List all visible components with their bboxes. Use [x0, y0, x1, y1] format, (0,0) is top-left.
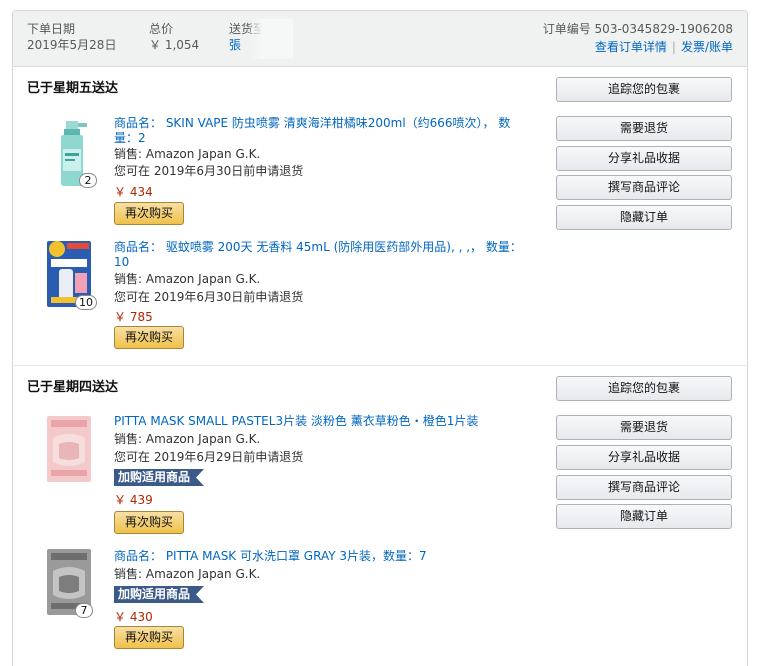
- hide-order-button[interactable]: 隐藏订单: [556, 504, 732, 529]
- order-number-row: 订单编号 503-0345829-1906208: [543, 21, 733, 37]
- order-date-label: 下单日期: [27, 22, 76, 36]
- addon-badge: 加购适用商品: [114, 469, 204, 486]
- write-review-button[interactable]: 撰写商品评论: [556, 475, 732, 500]
- track-package-button[interactable]: 追踪您的包裹: [556, 376, 732, 401]
- return-button[interactable]: 需要退货: [556, 116, 732, 141]
- seller-text: 销售: Amazon Japan G.K.: [114, 272, 261, 286]
- shipment-status: 已于星期五送达: [27, 81, 119, 96]
- buy-again-button[interactable]: 再次购买: [114, 326, 185, 349]
- order-total-label: 总价: [149, 22, 174, 36]
- order-number: 503-0345829-1906208: [594, 22, 733, 36]
- order-total: ￥ 1,054: [149, 38, 200, 52]
- addon-badge: 加购适用商品: [114, 586, 204, 603]
- shipment-status: 已于星期四送达: [27, 380, 119, 395]
- view-order-details-link[interactable]: 查看订单详情: [595, 40, 667, 54]
- link-separator: |: [671, 40, 676, 54]
- item-price: ￥ 439: [114, 493, 153, 507]
- buy-again-button[interactable]: 再次购买: [114, 202, 185, 225]
- seller-text: 销售: Amazon Japan G.K.: [114, 432, 261, 446]
- buy-again-button[interactable]: 再次购买: [114, 626, 185, 649]
- return-button[interactable]: 需要退货: [556, 415, 732, 440]
- order-number-label: 订单编号: [542, 22, 591, 36]
- seller-text: 销售: Amazon Japan G.K.: [114, 567, 261, 581]
- shipment-2: 已于星期四送达 追踪您的包裹 需要退货 分享礼品收据 撰写商品评论 隐藏订单 P…: [13, 366, 747, 666]
- order-number-col: 订单编号 503-0345829-1906208 查看订单详情 | 发票/账单: [543, 21, 733, 55]
- order-date: 2019年5月28日: [27, 38, 117, 52]
- return-window-text: 您可在 2019年6月30日前申请退货: [114, 290, 304, 304]
- item-price: ￥ 785: [114, 310, 153, 324]
- gift-receipt-button[interactable]: 分享礼品收据: [556, 146, 732, 171]
- quantity-badge: 2: [79, 173, 97, 188]
- gift-receipt-button[interactable]: 分享礼品收据: [556, 445, 732, 470]
- return-window-text: 您可在 2019年6月30日前申请退货: [114, 164, 304, 178]
- seller-text: 销售: Amazon Japan G.K.: [114, 147, 261, 161]
- order-total-col: 总价 ￥ 1,054: [149, 21, 199, 53]
- redacted-address-blur: [249, 19, 293, 59]
- quantity-badge: 7: [75, 603, 93, 618]
- product-title-link[interactable]: PITTA MASK SMALL PASTEL3片装 淡粉色 薰衣草粉色・橙色1…: [114, 414, 524, 429]
- buy-again-button[interactable]: 再次购买: [114, 511, 185, 534]
- order-links: 查看订单详情 | 发票/账单: [543, 38, 733, 55]
- shipment-1: 已于星期五送达 追踪您的包裹 需要退货 分享礼品收据 撰写商品评论 隐藏订单 2…: [13, 67, 747, 366]
- order-date-col: 下单日期 2019年5月28日: [27, 21, 116, 53]
- return-window-text: 您可在 2019年6月29日前申请退货: [114, 450, 304, 464]
- mask-package-icon: [47, 416, 91, 482]
- item-price: ￥ 434: [114, 185, 153, 199]
- invoice-link[interactable]: 发票/账单: [681, 40, 733, 54]
- hide-order-button[interactable]: 隐藏订单: [556, 205, 732, 230]
- product-title-link[interactable]: 商品名： SKIN VAPE 防虫喷雾 清爽海洋柑橘味200ml（约666喷次）…: [114, 116, 524, 146]
- item-price: ￥ 430: [114, 610, 153, 624]
- product-title-link[interactable]: 商品名： PITTA MASK 可水洗口罩 GRAY 3片装，数量：7: [114, 549, 524, 564]
- product-title-link[interactable]: 商品名： 驱蚊喷雾 200天 无香料 45mL (防除用医药部外用品), , ,…: [114, 240, 524, 270]
- order-header: 下单日期 2019年5月28日 总价 ￥ 1,054 送货至 張 订单编号 50…: [13, 11, 747, 67]
- track-package-button[interactable]: 追踪您的包裹: [556, 77, 732, 102]
- product-image-pink-mask[interactable]: [45, 414, 93, 484]
- write-review-button[interactable]: 撰写商品评论: [556, 175, 732, 200]
- order-card: 下单日期 2019年5月28日 总价 ￥ 1,054 送货至 張 订单编号 50…: [12, 10, 748, 666]
- quantity-badge: 10: [75, 295, 97, 310]
